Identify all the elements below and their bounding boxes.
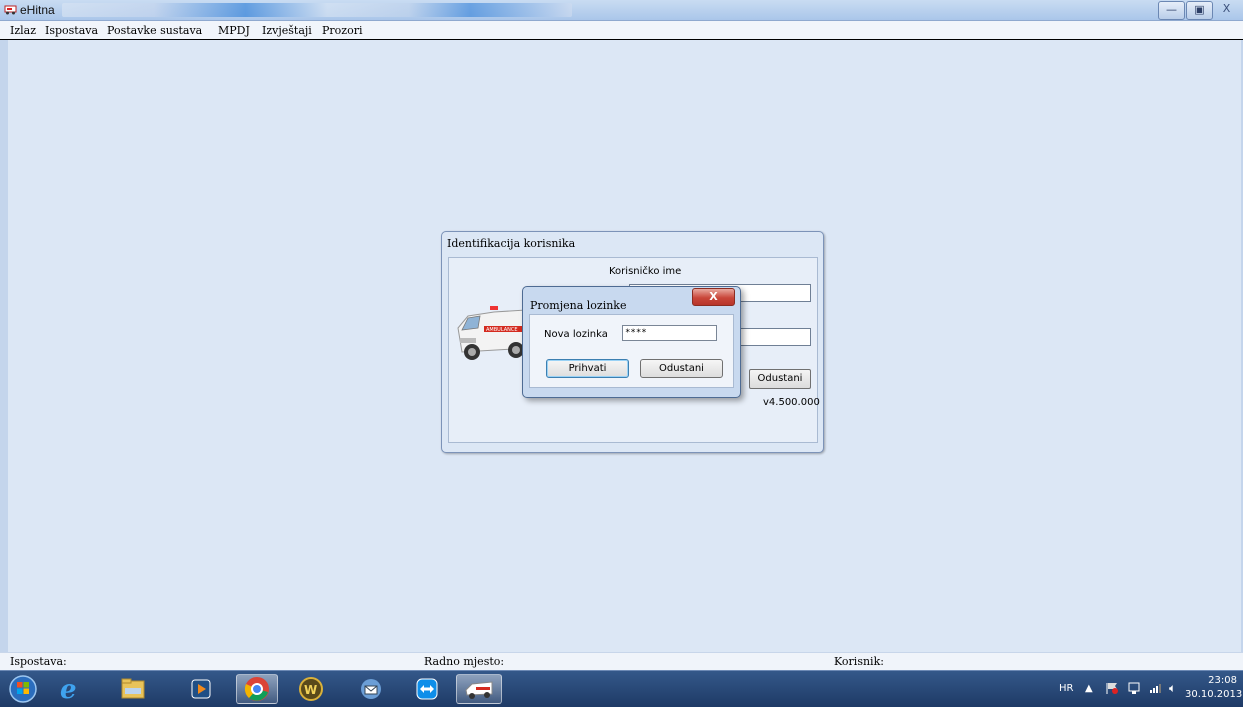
- taskbar: e W HR ▲ 🔈︎ 23:08 30.10.2013.: [0, 670, 1243, 707]
- menu-bar: Izlaz Ispostava Postavke sustava MPDJ Iz…: [0, 21, 1243, 39]
- status-bar: Ispostava: Radno mjesto: Korisnik:: [0, 652, 1243, 670]
- taskbar-media-player[interactable]: [180, 674, 222, 704]
- media-player-icon: [191, 679, 211, 699]
- thunderbird-icon: [361, 679, 381, 699]
- folder-icon: [121, 678, 145, 699]
- action-center-flag-icon[interactable]: [1105, 681, 1119, 698]
- change-password-title: Promjena lozinke: [530, 299, 627, 312]
- svg-text:W: W: [304, 683, 317, 697]
- menu-prozori[interactable]: Prozori: [322, 24, 362, 37]
- taskbar-file-explorer[interactable]: [112, 674, 154, 704]
- change-password-body: Nova lozinka **** Prihvati Odustani: [529, 314, 734, 388]
- volume-icon[interactable]: 🔈︎: [1169, 681, 1176, 696]
- menu-mpdj[interactable]: MPDJ: [218, 24, 250, 37]
- minimize-button[interactable]: —: [1158, 1, 1185, 20]
- login-cancel-button[interactable]: Odustani: [749, 369, 811, 389]
- username-label: Korisničko ime: [609, 266, 682, 277]
- status-workplace: Radno mjesto:: [424, 655, 505, 668]
- window-title: eHitna: [20, 3, 55, 17]
- taskbar-teamviewer[interactable]: [406, 674, 448, 704]
- dialog-close-button[interactable]: X: [692, 288, 735, 306]
- taskbar-chrome[interactable]: [236, 674, 278, 704]
- clock-time[interactable]: 23:08: [1195, 675, 1237, 686]
- new-password-input[interactable]: ****: [622, 325, 717, 341]
- signal-strength-icon[interactable]: [1149, 683, 1163, 696]
- login-window-title: Identifikacija korisnika: [447, 237, 576, 250]
- blurred-taskbar-titles: [62, 3, 572, 17]
- title-bar: eHitna — ▣ X: [0, 0, 1243, 21]
- taskbar-internet-explorer[interactable]: e: [48, 674, 90, 704]
- version-label: v4.500.000: [763, 397, 820, 408]
- dialog-cancel-button[interactable]: Odustani: [640, 359, 723, 378]
- svg-text:e: e: [60, 675, 77, 703]
- language-indicator[interactable]: HR: [1059, 683, 1073, 694]
- menu-postavke-sustava[interactable]: Postavke sustava: [107, 24, 202, 37]
- menu-izvjestaji[interactable]: Izvještaji: [262, 24, 312, 37]
- svg-text:AMBULANCE: AMBULANCE: [486, 327, 518, 333]
- window-frame-left: [0, 40, 8, 670]
- windows-orb-icon: [9, 675, 37, 703]
- taskbar-ehitna[interactable]: [456, 674, 502, 704]
- clock-date[interactable]: 30.10.2013.: [1185, 689, 1243, 700]
- internet-explorer-icon: e: [60, 675, 77, 703]
- network-icon[interactable]: [1127, 681, 1141, 698]
- system-tray: HR ▲ 🔈︎ 23:08 30.10.2013.: [1059, 675, 1243, 703]
- change-password-dialog: Promjena lozinke X Nova lozinka **** Pri…: [522, 286, 741, 398]
- status-user: Korisnik:: [834, 655, 884, 668]
- taskbar-winamp[interactable]: W: [290, 674, 332, 704]
- status-branch: Ispostava:: [10, 655, 67, 668]
- ambulance-taskbar-icon: [465, 681, 493, 699]
- ambulance-app-icon: [4, 5, 17, 15]
- chrome-icon: [244, 677, 269, 701]
- show-hidden-icons-icon[interactable]: ▲: [1085, 683, 1093, 694]
- teamviewer-icon: [416, 678, 438, 700]
- menu-ispostava[interactable]: Ispostava: [45, 24, 98, 37]
- window-controls: — ▣ X: [1157, 1, 1239, 20]
- start-button[interactable]: [2, 674, 44, 704]
- maximize-button[interactable]: ▣: [1186, 1, 1213, 20]
- password-input[interactable]: [739, 328, 811, 346]
- taskbar-thunderbird[interactable]: [350, 674, 392, 704]
- winamp-icon: W: [299, 677, 323, 701]
- new-password-label: Nova lozinka: [544, 329, 608, 340]
- close-button[interactable]: X: [1214, 1, 1239, 18]
- menu-izlaz[interactable]: Izlaz: [10, 24, 36, 37]
- accept-button[interactable]: Prihvati: [546, 359, 629, 378]
